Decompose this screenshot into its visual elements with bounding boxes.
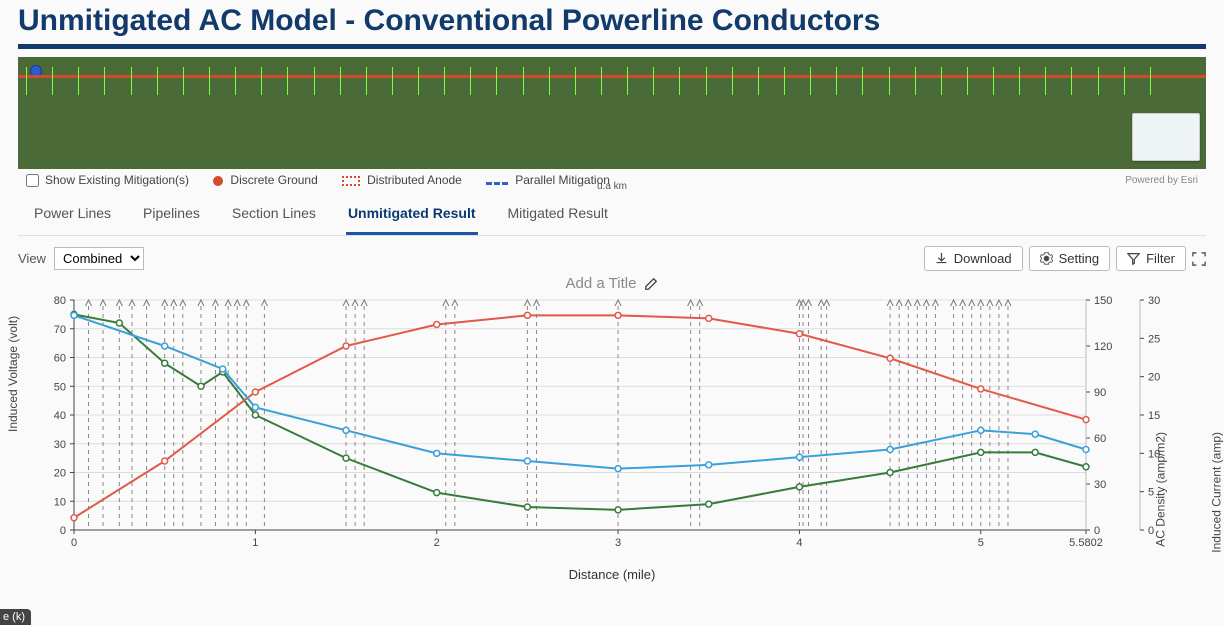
blue-dash-icon [486, 182, 508, 186]
footer-chip: e (k) [0, 609, 31, 625]
map-legend: Show Existing Mitigation(s) Discrete Gro… [18, 169, 1206, 191]
svg-text:0: 0 [60, 525, 66, 537]
svg-text:30: 30 [1148, 295, 1160, 307]
title-rule [18, 44, 1206, 49]
view-select[interactable]: Combined [54, 247, 144, 270]
svg-text:90: 90 [1094, 387, 1106, 399]
legend-discrete-ground: Discrete Ground [213, 173, 318, 187]
download-icon [935, 252, 948, 265]
svg-text:0: 0 [71, 537, 77, 549]
tab-pipelines[interactable]: Pipelines [141, 201, 202, 229]
svg-text:150: 150 [1094, 295, 1112, 307]
svg-text:1: 1 [252, 537, 258, 549]
tab-mitigated[interactable]: Mitigated Result [506, 201, 610, 229]
svg-text:3: 3 [615, 537, 621, 549]
tab-powerlines[interactable]: Power Lines [32, 201, 113, 229]
map-minimap[interactable] [1132, 113, 1200, 161]
red-dashbox-icon [342, 176, 360, 186]
svg-text:80: 80 [54, 295, 66, 307]
map-mileposts [18, 67, 1206, 107]
svg-text:20: 20 [54, 468, 66, 480]
powered-by-esri: Powered by Esri [1125, 175, 1198, 186]
legend-distributed-anode: Distributed Anode [342, 173, 462, 187]
svg-text:60: 60 [54, 353, 66, 365]
page-title: Unmitigated AC Model - Conventional Powe… [18, 4, 1208, 38]
filter-icon [1127, 252, 1140, 265]
svg-text:4: 4 [796, 537, 802, 549]
x-axis-label: Distance (mile) [18, 567, 1206, 582]
show-existing-mitigation-input[interactable] [26, 174, 39, 187]
svg-text:10: 10 [54, 496, 66, 508]
svg-text:30: 30 [54, 439, 66, 451]
filter-button[interactable]: Filter [1116, 246, 1186, 271]
y-right-axis-label: Induced Current (amp) [1210, 432, 1224, 553]
y-right2-axis-label: AC Density (amp/m2) [1154, 432, 1168, 547]
gear-icon [1040, 252, 1053, 265]
svg-text:50: 50 [54, 381, 66, 393]
svg-text:5: 5 [978, 537, 984, 549]
svg-text:25: 25 [1148, 333, 1160, 345]
chart-canvas: 0123455.58020102030405060708003060901201… [18, 292, 1206, 560]
y-left-axis-label: Induced Voltage (volt) [6, 316, 20, 432]
svg-text:2: 2 [434, 537, 440, 549]
toolbar: View Combined Download Setting Filter [0, 236, 1224, 271]
scale-label: u.a km [597, 181, 627, 191]
red-dot-icon [213, 176, 223, 186]
map-strip[interactable]: Show Existing Mitigation(s) Discrete Gro… [18, 57, 1206, 191]
setting-button[interactable]: Setting [1029, 246, 1110, 271]
svg-text:40: 40 [54, 410, 66, 422]
tab-sectionlines[interactable]: Section Lines [230, 201, 318, 229]
svg-text:15: 15 [1148, 410, 1160, 422]
svg-text:60: 60 [1094, 433, 1106, 445]
svg-text:0: 0 [1094, 525, 1100, 537]
tab-unmitigated[interactable]: Unmitigated Result [346, 201, 478, 229]
svg-text:5.5802: 5.5802 [1069, 537, 1103, 549]
svg-text:30: 30 [1094, 479, 1106, 491]
svg-text:120: 120 [1094, 341, 1112, 353]
show-existing-mitigation-checkbox[interactable]: Show Existing Mitigation(s) [26, 173, 189, 187]
svg-text:70: 70 [54, 324, 66, 336]
chart-title-add[interactable]: Add a Title [0, 275, 1224, 292]
view-label: View [18, 251, 46, 266]
show-existing-mitigation-label: Show Existing Mitigation(s) [45, 173, 189, 187]
pencil-icon [644, 277, 658, 291]
download-button[interactable]: Download [924, 246, 1023, 271]
tabs-bar: Power Lines Pipelines Section Lines Unmitig… [18, 191, 1206, 236]
legend-parallel-mitigation: Parallel Mitigation [486, 173, 610, 187]
expand-icon[interactable] [1192, 252, 1206, 266]
svg-text:20: 20 [1148, 372, 1160, 384]
chart[interactable]: 0123455.58020102030405060708003060901201… [18, 292, 1206, 572]
